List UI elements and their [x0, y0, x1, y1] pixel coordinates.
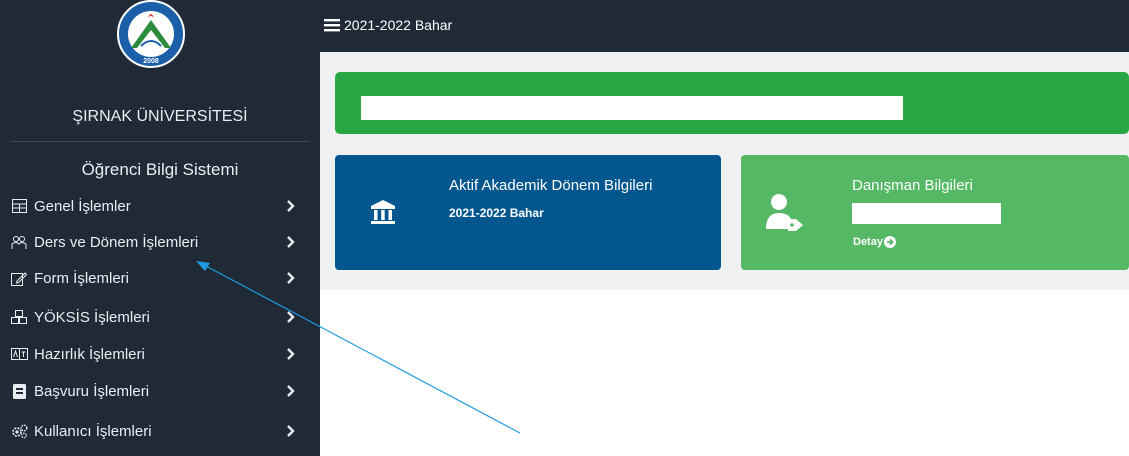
redacted-advisor-name	[852, 203, 1001, 224]
card-title: Danışman Bilgileri	[852, 177, 973, 194]
detail-link-label: Detay	[853, 236, 883, 248]
edit-form-icon	[10, 269, 28, 287]
system-name: Öğrenci Bilgi Sistemi	[81, 160, 239, 179]
gears-icon	[10, 422, 28, 440]
chevron-right-icon	[287, 236, 295, 248]
cubes-icon	[10, 308, 28, 326]
sidebar-item-kullanici-islemleri[interactable]: Kullanıcı İşlemleri	[10, 416, 310, 446]
chevron-right-icon	[287, 311, 295, 323]
sidebar-item-label: Kullanıcı İşlemleri	[34, 422, 152, 440]
people-icon	[10, 233, 28, 251]
sidebar-item-yoksis-islemleri[interactable]: YÖKSİS İşlemleri	[10, 302, 310, 332]
hamburger-menu-icon[interactable]	[324, 18, 340, 32]
active-term-card: Aktif Akademik Dönem Bilgileri 2021-2022…	[335, 155, 721, 270]
sidebar-item-label: YÖKSİS İşlemleri	[34, 308, 150, 326]
sidebar-item-form-islemleri[interactable]: Form İşlemleri	[10, 263, 310, 293]
user-tag-icon	[766, 194, 803, 231]
sidebar-item-label: Hazırlık İşlemleri	[34, 345, 145, 363]
chevron-right-icon	[287, 348, 295, 360]
chevron-right-icon	[287, 200, 295, 212]
sidebar-item-label: Başvuru İşlemleri	[34, 382, 150, 400]
content-area	[320, 290, 1129, 456]
chevron-right-icon	[287, 425, 295, 437]
chevron-right-icon	[287, 272, 295, 284]
sidebar-item-label: Form İşlemleri	[34, 269, 130, 287]
sidebar-item-ders-ve-donem-islemleri[interactable]: Ders ve Dönem İşlemleri	[10, 227, 310, 257]
sidebar-item-label: Genel İşlemler	[34, 197, 131, 215]
university-name: ŞIRNAK ÜNİVERSİTESİ	[72, 108, 248, 125]
sidebar-item-label: Ders ve Dönem İşlemleri	[34, 233, 199, 251]
sidebar-item-genel-islemler[interactable]: Genel İşlemler	[10, 191, 310, 221]
arrow-circle-right-icon	[883, 236, 896, 248]
id-card-icon	[10, 382, 28, 400]
sidebar: 2008 ŞIRNAK ÜNİVERSİTESİ Öğrenci Bilgi S…	[0, 0, 320, 456]
current-term: 2021-2022 Bahar	[344, 17, 453, 33]
divider	[10, 141, 310, 142]
university-building-icon	[371, 200, 395, 224]
university-logo: 2008	[103, 0, 199, 72]
card-title: Aktif Akademik Dönem Bilgileri	[449, 177, 653, 194]
active-term-value: 2021-2022 Bahar	[449, 206, 544, 220]
language-icon	[10, 345, 28, 363]
svg-text:2008: 2008	[143, 58, 159, 65]
chevron-right-icon	[287, 385, 295, 397]
redacted-text	[361, 96, 903, 120]
layout-icon	[10, 197, 28, 215]
sidebar-item-basvuru-islemleri[interactable]: Başvuru İşlemleri	[10, 376, 310, 406]
detail-link[interactable]: Detay	[853, 236, 896, 248]
top-navbar: 2021-2022 Bahar	[320, 0, 1129, 52]
sidebar-item-hazirlik-islemleri[interactable]: Hazırlık İşlemleri	[10, 339, 310, 369]
